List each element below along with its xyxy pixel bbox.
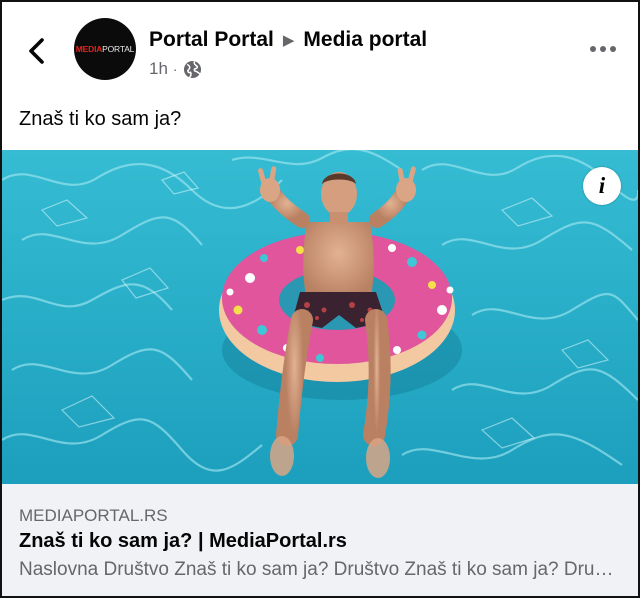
post-card: MEDIAPORTAL Portal Portal ▶ Media portal… (0, 0, 640, 598)
post-header: MEDIAPORTAL Portal Portal ▶ Media portal… (2, 2, 638, 94)
info-icon: i (598, 173, 606, 198)
post-author-line: Portal Portal ▶ Media portal (149, 28, 427, 52)
page-avatar[interactable]: MEDIAPORTAL (74, 18, 136, 80)
link-preview[interactable]: MEDIAPORTAL.RS Znaš ti ko sam ja? | Medi… (2, 484, 638, 596)
post-photo[interactable]: i (2, 150, 638, 484)
link-domain: MEDIAPORTAL.RS (19, 506, 168, 525)
back-button[interactable] (24, 35, 50, 67)
post-time[interactable]: 1h (149, 59, 168, 79)
meta-separator: · (172, 61, 178, 77)
more-options-button[interactable] (588, 42, 618, 56)
info-button[interactable]: i (583, 167, 621, 205)
mediaportal-logo: MEDIAPORTAL (75, 44, 135, 54)
triangle-right-icon: ▶ (282, 32, 295, 49)
pool-photo-illustration (2, 150, 638, 484)
post-meta: 1h · (149, 59, 202, 79)
chevron-left-icon (29, 38, 44, 64)
more-horizontal-icon (590, 46, 616, 52)
post-caption: Znaš ti ko sam ja? (19, 108, 182, 130)
link-title: Znaš ti ko sam ja? | MediaPortal.rs (19, 530, 347, 552)
author-name[interactable]: Portal Portal (149, 28, 274, 52)
destination-name[interactable]: Media portal (303, 28, 427, 52)
globe-icon (183, 60, 201, 78)
link-description: Naslovna Društvo Znaš ti ko sam ja? Druš… (19, 559, 619, 580)
